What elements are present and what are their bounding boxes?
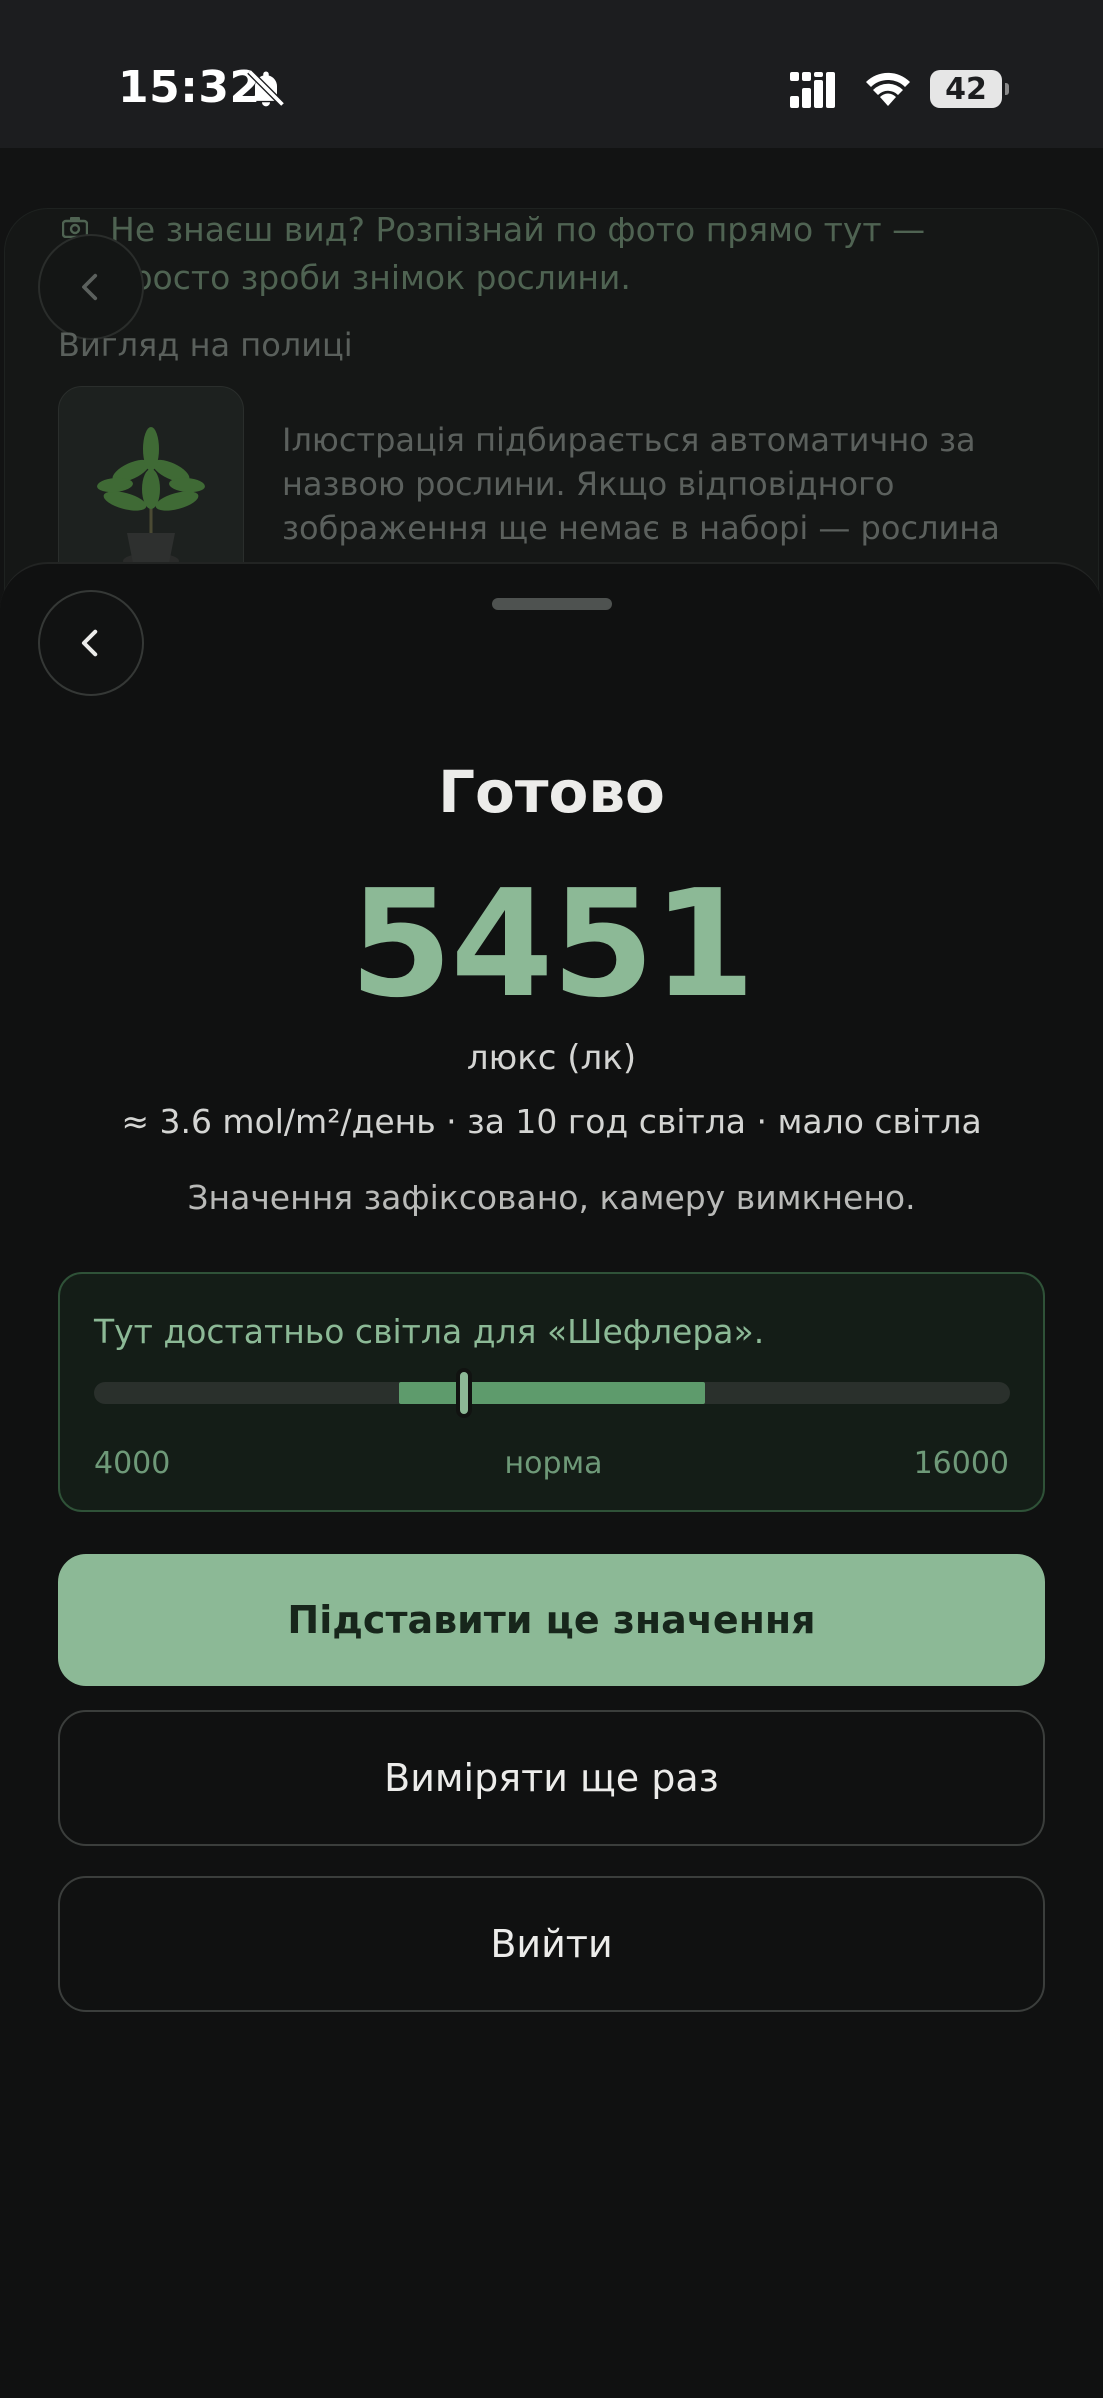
background-back-button (38, 234, 144, 340)
wifi-icon (866, 72, 910, 106)
background-illustration-text: Ілюстрація підбирається автоматично за н… (282, 421, 1000, 547)
sheet-drag-handle[interactable] (492, 598, 612, 610)
range-message: Тут достатньо світла для «Шефлера». (94, 1312, 765, 1351)
plant-image (97, 427, 205, 569)
background-plant-thumbnail (58, 386, 244, 586)
range-current-marker (456, 1368, 473, 1418)
battery-level: 42 (945, 71, 987, 107)
light-result-sheet: Готово 5451 люкс (лк) ≈ 3.6 mol/m²/день … (0, 562, 1103, 2398)
range-min-label: 4000 (94, 1446, 171, 1481)
back-button[interactable] (38, 590, 144, 696)
chevron-left-icon (81, 629, 98, 657)
dli-summary: ≈ 3.6 mol/m²/день · за 10 год світла · м… (121, 1102, 982, 1141)
status-time: 15:32 (118, 62, 261, 113)
status-bar: 15:32 42 (0, 0, 1103, 148)
frozen-note: Значення зафіксовано, камеру вимкнено. (187, 1178, 916, 1217)
light-range-card: Тут достатньо світла для «Шефлера». норм… (58, 1272, 1045, 1512)
lux-value: 5451 (349, 858, 756, 1030)
range-optimal-zone (399, 1382, 705, 1404)
range-mid-label: норма (504, 1446, 603, 1481)
range-track (94, 1368, 1010, 1418)
signal-icon (790, 72, 835, 108)
lux-unit: люкс (лк) (466, 1038, 637, 1078)
remeasure-button[interactable]: Виміряти ще раз (58, 1710, 1045, 1846)
background-shelf-label: Вигляд на полиці (58, 326, 353, 364)
apply-value-button[interactable]: Підставити це значення (58, 1554, 1045, 1686)
chevron-left-icon (82, 273, 98, 301)
screen: 15:32 42 Не знаєш вид? Розпізнай по фото… (0, 0, 1103, 2398)
range-max-label: 16000 (913, 1446, 1009, 1481)
background-hint-text: Не знаєш вид? Розпізнай по фото прямо ту… (110, 210, 926, 297)
battery-icon: 42 (930, 70, 1009, 108)
bell-off-icon (247, 69, 285, 107)
sheet-title: Готово (438, 758, 665, 826)
exit-button[interactable]: Вийти (58, 1876, 1045, 2012)
